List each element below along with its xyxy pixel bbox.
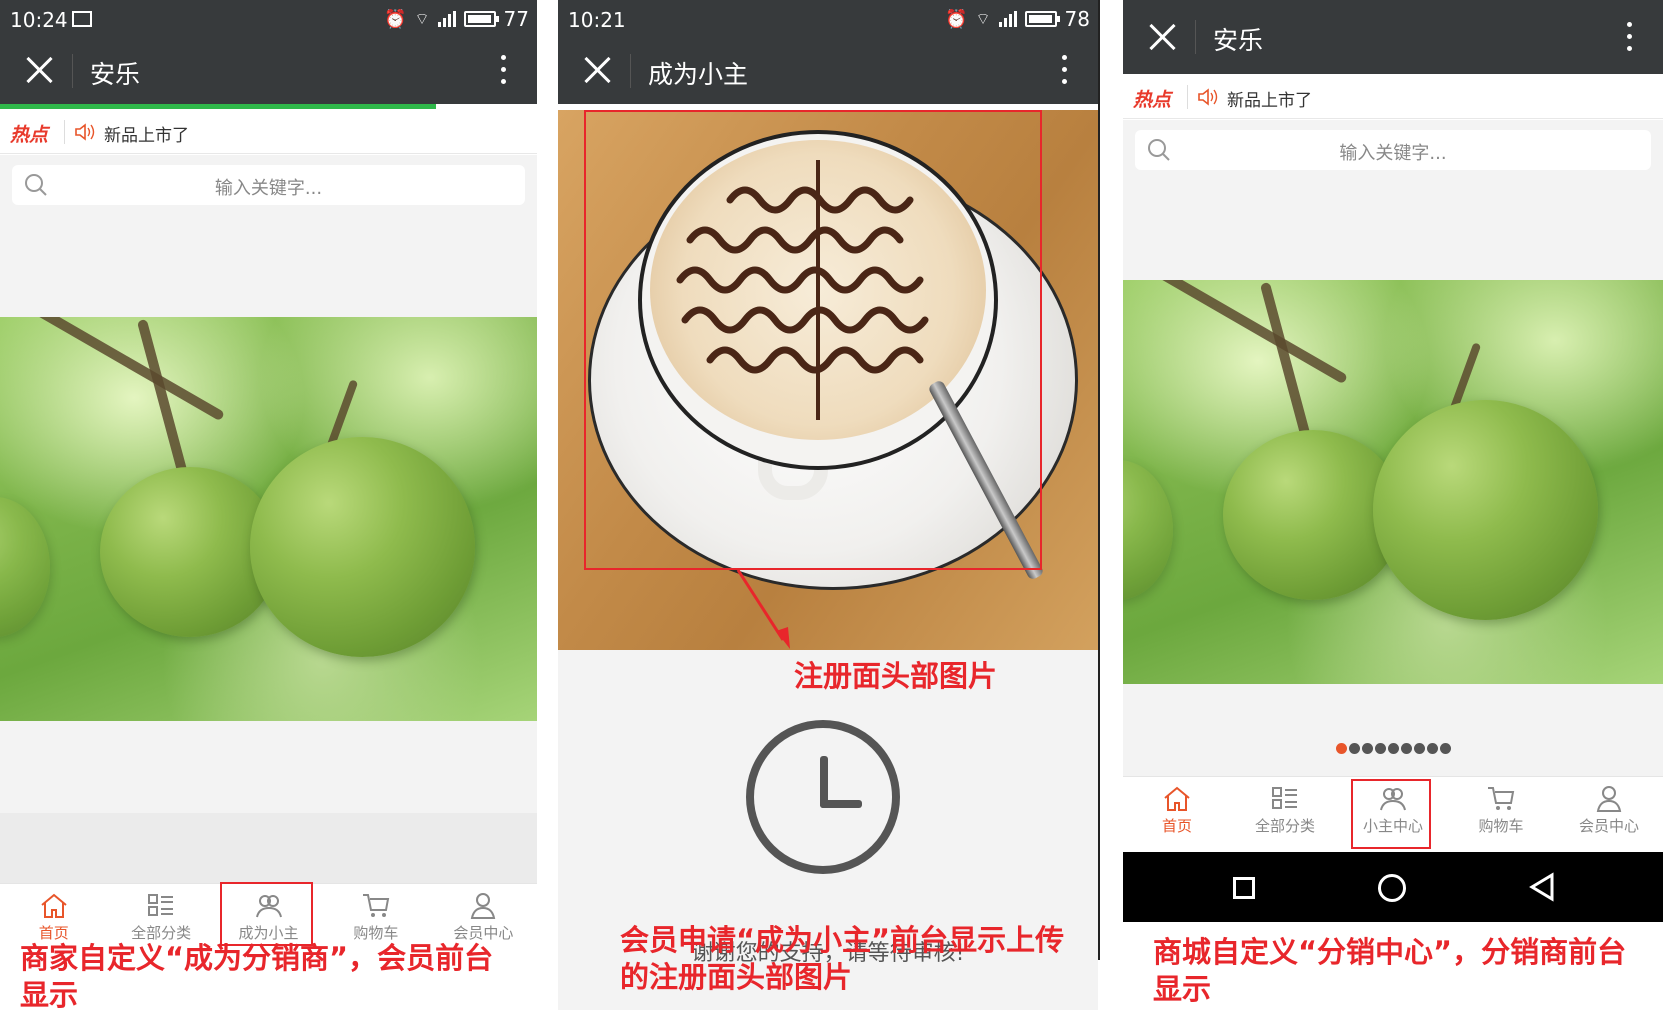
screen-divider	[1098, 0, 1100, 960]
cart-icon	[1488, 787, 1515, 810]
content-background	[0, 721, 537, 813]
nav-divider	[72, 54, 73, 88]
close-icon[interactable]	[580, 53, 614, 87]
user-icon	[471, 893, 496, 919]
tab-label: 会员中心	[1578, 817, 1639, 835]
carousel-dot[interactable]	[1387, 743, 1399, 754]
page-title: 安乐	[1213, 26, 1264, 55]
home-icon	[1164, 786, 1190, 811]
nav-bar: 安乐	[0, 38, 537, 104]
category-icon	[148, 894, 174, 916]
search-area: 输入关键字...	[0, 155, 537, 215]
banner-image[interactable]	[0, 317, 537, 721]
carousel-dot[interactable]	[1348, 743, 1360, 754]
close-icon[interactable]	[22, 53, 56, 87]
search-input[interactable]: 输入关键字...	[1135, 130, 1651, 170]
content-background	[1123, 184, 1663, 280]
battery-level: 78	[1064, 7, 1090, 31]
home-button[interactable]	[1378, 874, 1406, 902]
tab-label: 购物车	[1478, 817, 1524, 835]
carousel-dot[interactable]	[1426, 743, 1438, 754]
annotation-caption: 会员申请“成为小主”前台显示上传的注册面头部图片	[620, 923, 1065, 994]
page-title: 安乐	[90, 60, 141, 89]
search-placeholder: 输入关键字...	[214, 178, 323, 199]
carousel-dot[interactable]	[1439, 743, 1451, 754]
more-menu-icon[interactable]	[501, 55, 507, 87]
tab-cart[interactable]: 购物车	[1447, 777, 1555, 850]
tab-member[interactable]: 会员中心	[1555, 777, 1663, 850]
page-title: 成为小主	[648, 60, 749, 89]
hot-divider	[64, 120, 65, 144]
home-icon	[41, 893, 67, 918]
highlight-box	[220, 882, 313, 946]
alarm-icon: ⏰	[945, 8, 968, 30]
search-placeholder: 输入关键字...	[1339, 143, 1447, 164]
annotation-caption: 商城自定义“分销中心”，分销商前台显示	[1153, 935, 1627, 1006]
hot-tag: 热点	[1133, 89, 1172, 111]
loading-progress	[0, 104, 436, 109]
wifi-icon: ⌔	[414, 9, 430, 28]
carousel-dot[interactable]	[1374, 743, 1386, 754]
status-time: 10:24	[10, 8, 68, 32]
status-bar: 10:24 ⏰ ⌔ 77	[0, 0, 537, 38]
tab-home[interactable]: 首页	[1123, 777, 1231, 850]
hot-divider	[1187, 85, 1188, 109]
tab-label: 首页	[1161, 817, 1192, 835]
more-menu-icon[interactable]	[1627, 22, 1633, 54]
nav-divider	[1195, 20, 1196, 54]
phone-screen-2: 10:21 ⏰ ⌔ 78 成为小主 注册面头部图片 谢谢您的支持，请等待审核! …	[558, 0, 1098, 1020]
annotation-caption: 商家自定义“成为分销商”，会员前台显示	[20, 941, 494, 1012]
content-background	[1123, 684, 1663, 776]
android-nav-bar	[1123, 852, 1663, 922]
signal-icon	[998, 11, 1017, 27]
tab-category[interactable]: 全部分类	[1231, 777, 1339, 850]
carousel-dot[interactable]	[1335, 743, 1347, 754]
arrow-label: 注册面头部图片	[794, 659, 998, 693]
search-input[interactable]: 输入关键字...	[12, 165, 525, 205]
nav-divider	[630, 54, 631, 88]
search-area: 输入关键字...	[1123, 120, 1663, 184]
wifi-icon: ⌔	[975, 9, 991, 28]
battery-icon	[1024, 11, 1060, 27]
back-button[interactable]	[1528, 872, 1556, 902]
phone-screen-1: 10:24 ⏰ ⌔ 77 安乐 热点 新品上市了 输入关键字... 首页 全部分…	[0, 0, 537, 1020]
carousel-indicator[interactable]	[1123, 739, 1663, 758]
recent-apps-button[interactable]	[1233, 877, 1255, 899]
carousel-dot[interactable]	[1413, 743, 1425, 754]
pending-clock-icon	[746, 720, 900, 874]
image-icon	[72, 11, 92, 27]
header-image-highlight	[584, 110, 1042, 570]
user-icon	[1596, 786, 1622, 812]
battery-icon	[463, 11, 499, 27]
more-menu-icon[interactable]	[1062, 55, 1068, 87]
battery-level: 77	[503, 7, 529, 31]
news-text: 新品上市了	[1227, 91, 1312, 111]
phone-screen-3: 安乐 热点 新品上市了 输入关键字... 首页 全部分类 小主中心 购物车 会员…	[1123, 0, 1663, 1020]
cart-icon	[362, 894, 390, 917]
speaker-icon	[1198, 88, 1218, 106]
status-bar: 10:21 ⏰ ⌔ 78	[558, 0, 1098, 38]
banner-image[interactable]	[1123, 280, 1663, 684]
news-text: 新品上市了	[104, 126, 189, 146]
alarm-icon: ⏰	[384, 8, 407, 30]
signal-icon	[437, 11, 456, 27]
category-icon	[1272, 787, 1297, 809]
content-background	[0, 215, 537, 317]
carousel-dot[interactable]	[1361, 743, 1373, 754]
gray-strip	[0, 813, 537, 883]
hot-news-bar[interactable]: 热点 新品上市了	[1123, 75, 1663, 119]
highlight-box	[1351, 779, 1431, 849]
nav-bar: 安乐	[1123, 0, 1663, 74]
tab-label: 全部分类	[1254, 817, 1315, 835]
status-time: 10:21	[568, 8, 626, 32]
nav-bar: 成为小主	[558, 38, 1098, 104]
hot-news-bar[interactable]: 热点 新品上市了	[0, 110, 537, 154]
carousel-dot[interactable]	[1400, 743, 1412, 754]
speaker-icon	[75, 123, 95, 141]
hot-tag: 热点	[10, 124, 49, 146]
close-icon[interactable]	[1145, 20, 1179, 54]
